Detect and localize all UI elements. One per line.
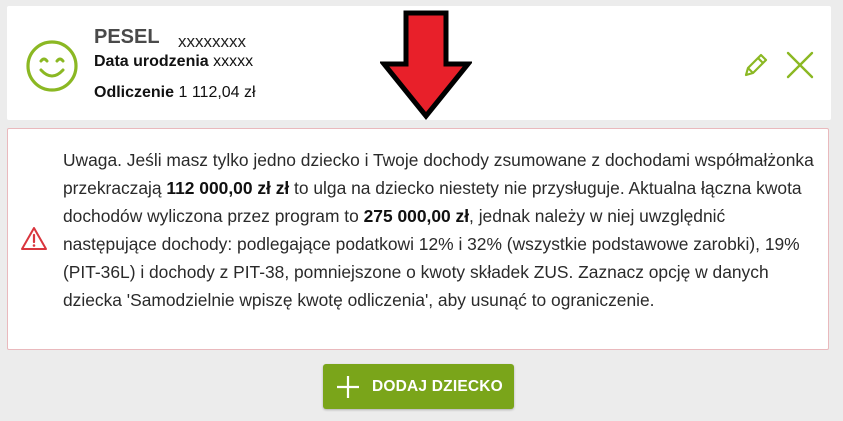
plus-icon xyxy=(337,375,359,398)
pesel-value: xxxxxxxx xyxy=(178,32,246,51)
red-arrow-down-icon xyxy=(380,10,472,120)
pesel-label: PESEL xyxy=(94,26,160,48)
edit-button[interactable] xyxy=(739,48,773,82)
birth-date-row: Data urodzenia xxxxx xyxy=(94,53,253,71)
birth-date-label: Data urodzenia xyxy=(94,53,209,70)
deduction-row: Odliczenie 1 112,04 zł xyxy=(94,84,256,102)
warning-triangle-icon xyxy=(21,227,47,250)
birth-date-value: xxxxx xyxy=(213,53,254,70)
add-child-button[interactable]: DODAJ DZIECKO xyxy=(323,364,514,409)
smiley-face-icon xyxy=(26,40,78,92)
warning-limit-amount: 112 000,00 zł zł xyxy=(166,178,290,198)
deduction-label: Odliczenie xyxy=(94,84,175,101)
pencil-icon xyxy=(744,53,768,77)
card-actions xyxy=(739,48,817,82)
remove-button[interactable] xyxy=(783,48,817,82)
add-child-button-label: DODAJ DZIECKO xyxy=(372,377,503,395)
warning-message: Uwaga. Jeśli masz tylko jedno dziecko i … xyxy=(63,146,823,314)
income-limit-warning: Uwaga. Jeśli masz tylko jedno dziecko i … xyxy=(7,128,829,350)
close-icon xyxy=(786,51,814,79)
deduction-value: 1 112,04 zł xyxy=(178,84,256,101)
warning-total-amount: 275 000,00 zł xyxy=(363,206,470,226)
